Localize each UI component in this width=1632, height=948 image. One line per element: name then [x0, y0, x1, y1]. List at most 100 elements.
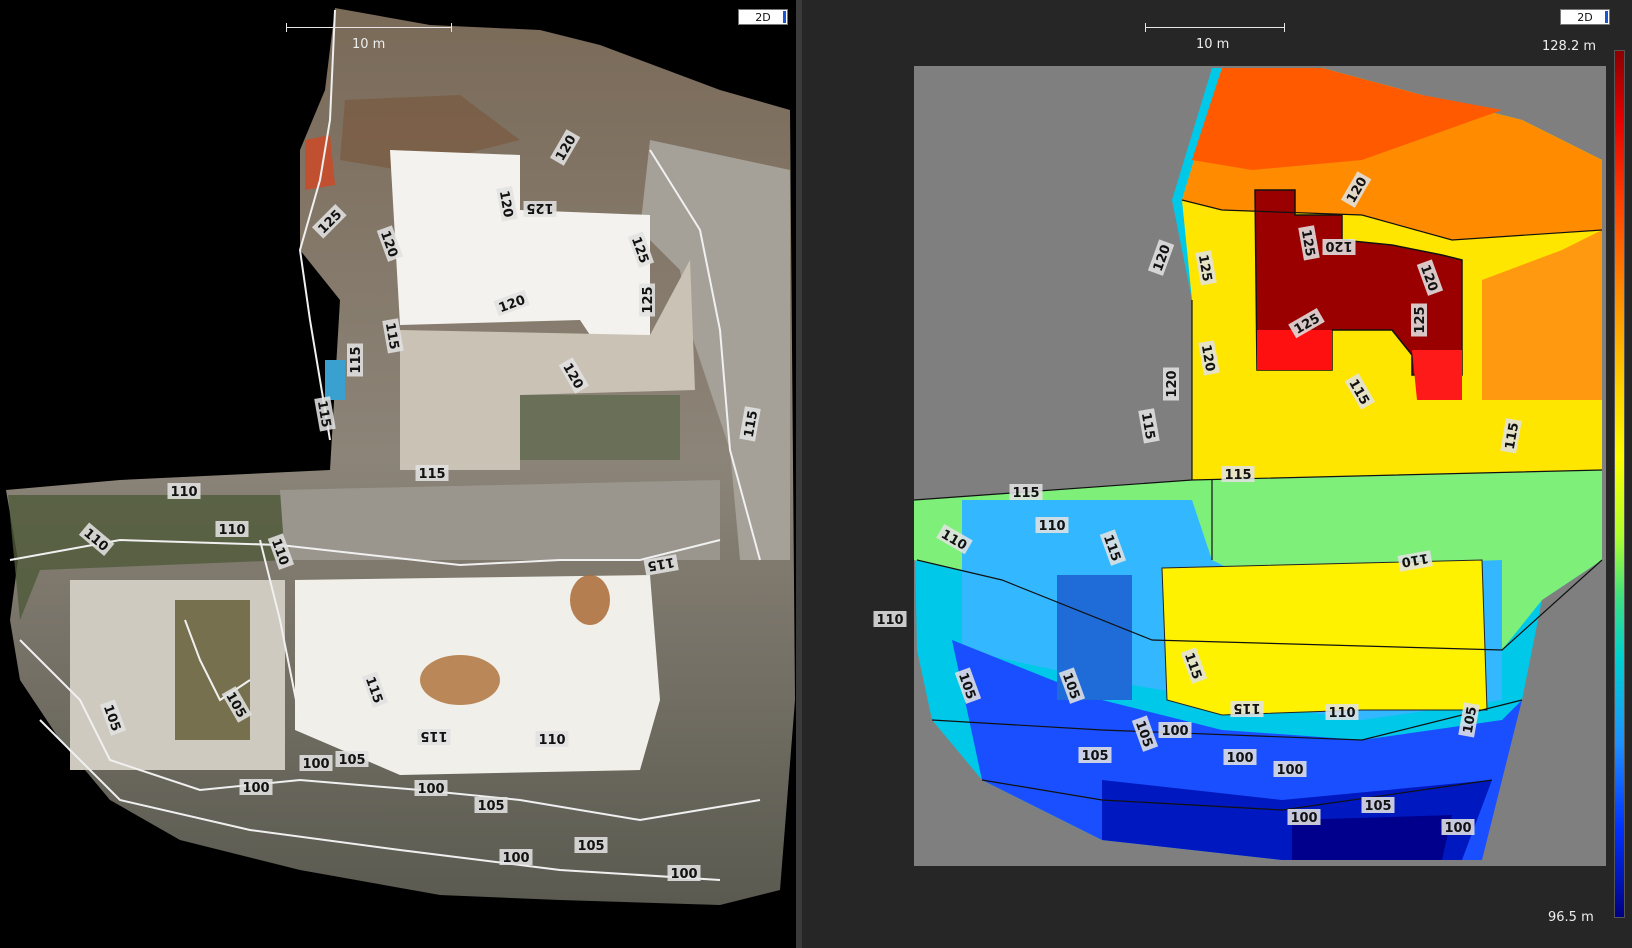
elevation-contour-label: 105 [1361, 797, 1395, 814]
contour-label-text: 110 [1038, 519, 1065, 534]
orthophoto-contour-label: 125 [523, 200, 557, 217]
contour-label-text: 115 [418, 467, 445, 482]
elevation-contour-label: 125 [1195, 250, 1217, 286]
orthophoto-contour-label: 100 [414, 780, 448, 797]
orthophoto-contour-label: 110 [78, 522, 115, 556]
orthophoto-contour-label: 100 [499, 849, 533, 866]
orthophoto-contour-label: 105 [574, 837, 608, 854]
elevation-contour-label: 110 [1397, 550, 1433, 572]
elevation-contour-label: 120 [1322, 238, 1356, 255]
contour-label-text: 105 [955, 671, 978, 702]
orthophoto-contour-label: 115 [361, 671, 389, 708]
contour-label-text: 115 [362, 675, 385, 706]
elevation-contour-label: 115 [1099, 529, 1127, 566]
orthophoto-contour-label: 120 [558, 357, 590, 394]
contour-label-text: 105 [1081, 749, 1108, 764]
elevation-contour-label: 125 [1288, 307, 1325, 339]
contour-label-text: 120 [1325, 238, 1352, 253]
contour-label-text: 100 [1161, 724, 1188, 739]
contour-label-text: 110 [1328, 706, 1355, 721]
contour-label-text: 110 [876, 613, 903, 628]
elevation-contour-label: 125 [1411, 303, 1428, 337]
contour-label-text: 100 [502, 851, 529, 866]
orthophoto-contour-label: 115 [643, 554, 679, 576]
elevation-contour-label: 115 [1500, 418, 1522, 454]
contour-label-text: 125 [526, 200, 553, 215]
elevation-contour-label: 115 [1344, 373, 1376, 410]
orthophoto-contour-label: 110 [167, 483, 201, 500]
contour-label-layer: 120 125 120 125 120 125 125 120 115 120 115 115 115 1… [78, 129, 761, 882]
elevation-contour-label: 115 [1180, 647, 1208, 684]
orthophoto-panel[interactable]: 10 m 2D 120 125 120 125 120 125 125 120 115 120 11… [0, 0, 796, 948]
orthophoto-contour-label: 125 [627, 231, 655, 268]
orthophoto-contour-label: 115 [382, 318, 404, 354]
orthophoto-contour-label: 110 [535, 731, 569, 748]
orthophoto-contour-label: 120 [496, 186, 518, 222]
contour-label-text: 100 [1226, 751, 1253, 766]
elevation-contour-label: 115 [1221, 466, 1255, 483]
contour-label-text: 125 [628, 235, 651, 266]
elevation-contour-label: 120 [1416, 259, 1444, 296]
contour-label-text: 115 [1224, 468, 1251, 483]
elevation-contour-label: 105 [954, 667, 982, 704]
orthophoto-contour-label: 120 [549, 129, 581, 166]
elevation-contour-label: 115 [1138, 408, 1160, 444]
contour-label-text: 120 [1417, 263, 1440, 294]
contour-label-layer: 120 120 125 120 125 120 125 125 120 115 120 115 115 1… [873, 171, 1522, 836]
orthophoto-contour-label: 110 [215, 521, 249, 538]
contour-label-text: 100 [1276, 763, 1303, 778]
elevation-contour-label: 100 [1441, 819, 1475, 836]
contour-label-text: 110 [268, 537, 291, 568]
elevation-contour-label: 125 [1298, 225, 1320, 261]
orthophoto-contour-label: 105 [99, 699, 127, 736]
orthophoto-contour-label: 100 [299, 755, 333, 772]
orthophoto-contour-label: 105 [221, 686, 253, 723]
elevation-contour-label: 120 [1147, 239, 1175, 276]
contour-label-text: 110 [538, 733, 565, 748]
contour-label-text: 100 [1444, 821, 1471, 836]
contour-label-text: 115 [1181, 651, 1204, 682]
orthophoto-contour-label: 115 [417, 728, 451, 745]
contour-label-text: 105 [577, 839, 604, 854]
elevation-contour-label: 105 [1458, 702, 1480, 738]
contour-label-text: 110 [218, 523, 245, 538]
elevation-contour-label: 100 [1158, 722, 1192, 739]
elevation-contour-label: 105 [1078, 747, 1112, 764]
orthophoto-contour-label: 120 [493, 289, 530, 317]
contour-label-text: 105 [477, 799, 504, 814]
orthophoto-contour-label: 115 [347, 343, 364, 377]
orthophoto-contour-label: 100 [239, 779, 273, 796]
contour-label-text: 100 [670, 867, 697, 882]
contour-label-text: 115 [349, 346, 364, 373]
contour-label-text: 105 [1364, 799, 1391, 814]
orthophoto-contour-label: 100 [667, 865, 701, 882]
orthophoto-contour-label: 105 [474, 797, 508, 814]
contour-label-text: 125 [641, 286, 656, 313]
contour-label-text: 115 [1012, 486, 1039, 501]
contour-label-text: 115 [1100, 533, 1123, 564]
orthophoto-contour-label: 120 [376, 225, 404, 262]
contour-label-text: 105 [1132, 719, 1155, 750]
elevation-contour-label: 110 [1325, 704, 1359, 721]
contour-label-text: 105 [100, 703, 123, 734]
contour-label-text: 100 [1290, 811, 1317, 826]
elevation-contour-label: 110 [936, 523, 973, 555]
contour-label-text: 120 [497, 293, 528, 316]
elevation-contour-label: 100 [1287, 809, 1321, 826]
elevation-contour-label: 115 [1009, 484, 1043, 501]
contour-label-text: 125 [1413, 306, 1428, 333]
elevation-contour-label: 105 [1058, 667, 1086, 704]
elevation-contour-label: 120 [1340, 171, 1372, 208]
contour-label-text: 120 [1151, 243, 1174, 274]
elevation-contour-label: 120 [1163, 367, 1180, 401]
orthophoto-contour-label: 115 [739, 406, 761, 442]
contour-label-text: 120 [377, 229, 400, 260]
elevation-panel[interactable]: 10 m 2D 128.2 m 96.5 m 120 120 125 120 125 12… [802, 0, 1632, 948]
contour-label-text: 105 [1059, 671, 1082, 702]
elevation-contour-label: 110 [873, 611, 907, 628]
contour-label-text: 110 [170, 485, 197, 500]
contour-label-text: 100 [417, 782, 444, 797]
elevation-contour-label: 110 [1035, 517, 1069, 534]
elevation-contour-label: 100 [1223, 749, 1257, 766]
elevation-contour-label: 100 [1273, 761, 1307, 778]
